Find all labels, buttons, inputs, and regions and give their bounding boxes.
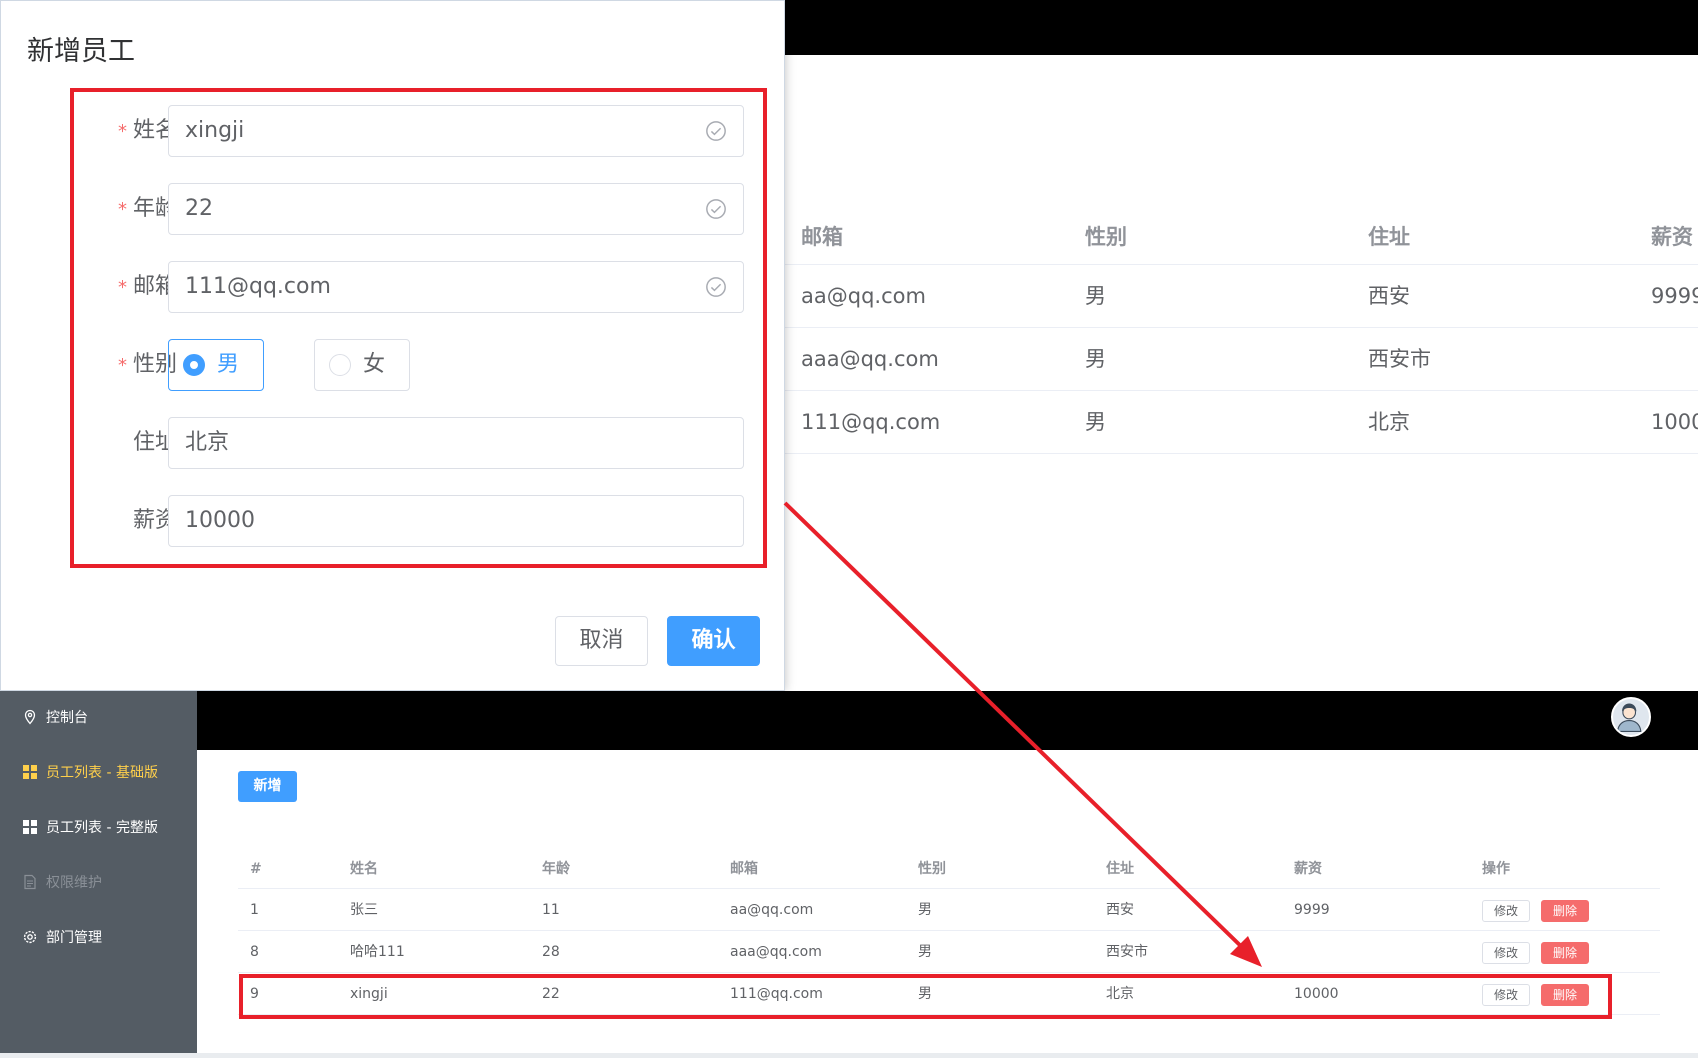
table-cell: 哈哈111 [350,944,405,960]
sidebar-item-permissions: 权限维护 [22,871,102,895]
sidebar-item-employee-basic[interactable]: 员工列表 - 基础版 [22,761,158,785]
delete-button[interactable]: 删除 [1541,942,1589,964]
zoomed-cell: 1000 [1651,410,1698,434]
zoomed-cell: aaa@qq.com [801,347,939,371]
table-cell: 西安市 [1106,944,1148,960]
location-icon [24,709,36,725]
table-cell: aaa@qq.com [730,944,822,960]
zoomed-cell: 男 [1085,410,1106,434]
form-highlight-box [70,88,767,568]
zoomed-table-row: 111@qq.com 男 北京 1000 [785,391,1698,454]
table-cell: 西安 [1106,902,1134,918]
document-icon [24,874,36,890]
sidebar-item-department[interactable]: 部门管理 [22,926,102,950]
user-avatar[interactable] [1611,697,1651,737]
zoomed-table: 邮箱 性别 住址 薪资 aa@qq.com 男 西安 9999 aaa@qq.c… [785,210,1698,454]
table-cell: 11 [542,902,560,918]
grid-icon [23,820,37,834]
avatar-icon [1616,703,1642,732]
zoomed-header-bar [785,0,1698,55]
screenshot: 邮箱 性别 住址 薪资 aa@qq.com 男 西安 9999 aaa@qq.c… [0,0,1698,1058]
zoomed-header-address: 住址 [1368,225,1410,249]
zoomed-cell: 男 [1085,347,1106,371]
zoomed-table-row: aaa@qq.com 男 西安市 [785,328,1698,391]
table-cell: 张三 [350,902,378,918]
row-highlight-box [239,974,1612,1019]
header-salary: 薪资 [1294,861,1322,877]
zoomed-cell: 西安市 [1368,347,1431,371]
header-gender: 性别 [918,861,946,877]
table-cell: 9999 [1294,902,1330,918]
sidebar: 控制台 员工列表 - 基础版 员工列表 - 完整版 权限维护 部门管理 [0,691,197,1058]
zoomed-cell: 111@qq.com [801,410,941,434]
header-email: 邮箱 [730,861,758,877]
header-age: 年龄 [542,861,570,877]
bottom-border [0,1053,1698,1058]
table-cell: 8 [250,944,259,960]
zoomed-cell: 北京 [1368,410,1410,434]
add-button[interactable]: 新增 [238,771,297,802]
zoomed-table-row: aa@qq.com 男 西安 9999 [785,265,1698,328]
delete-button[interactable]: 删除 [1541,900,1589,922]
table-header: # 姓名 年龄 邮箱 性别 住址 薪资 操作 [238,849,1660,889]
table-row: 8 哈哈111 28 aaa@qq.com 男 西安市 修改 删除 [238,931,1660,973]
grid-icon [23,765,37,779]
zoomed-cell: aa@qq.com [801,284,926,308]
zoomed-header-salary: 薪资 [1651,225,1693,249]
gear-icon [23,930,37,944]
header-index: # [250,861,262,877]
table-cell: 28 [542,944,560,960]
confirm-button[interactable]: 确认 [667,616,760,666]
header-name: 姓名 [350,861,378,877]
edit-button[interactable]: 修改 [1482,942,1530,964]
table-cell: 男 [918,944,932,960]
dialog-title: 新增员工 [27,36,135,67]
header-address: 住址 [1106,861,1134,877]
sidebar-item-employee-full[interactable]: 员工列表 - 完整版 [22,816,158,840]
zoomed-cell: 男 [1085,284,1106,308]
table-cell: 男 [918,902,932,918]
sidebar-item-dashboard[interactable]: 控制台 [22,706,88,730]
zoomed-cell: 西安 [1368,284,1410,308]
zoomed-cell: 9999 [1651,284,1698,308]
zoomed-header-gender: 性别 [1085,225,1127,249]
header-actions: 操作 [1482,861,1510,877]
table-row: 1 张三 11 aa@qq.com 男 西安 9999 修改 删除 [238,889,1660,931]
app-header [197,691,1698,750]
zoomed-header-email: 邮箱 [801,225,843,249]
edit-button[interactable]: 修改 [1482,900,1530,922]
table-cell: 1 [250,902,259,918]
zoomed-table-header: 邮箱 性别 住址 薪资 [785,210,1698,265]
table-cell: aa@qq.com [730,902,814,918]
cancel-button[interactable]: 取消 [555,616,648,666]
